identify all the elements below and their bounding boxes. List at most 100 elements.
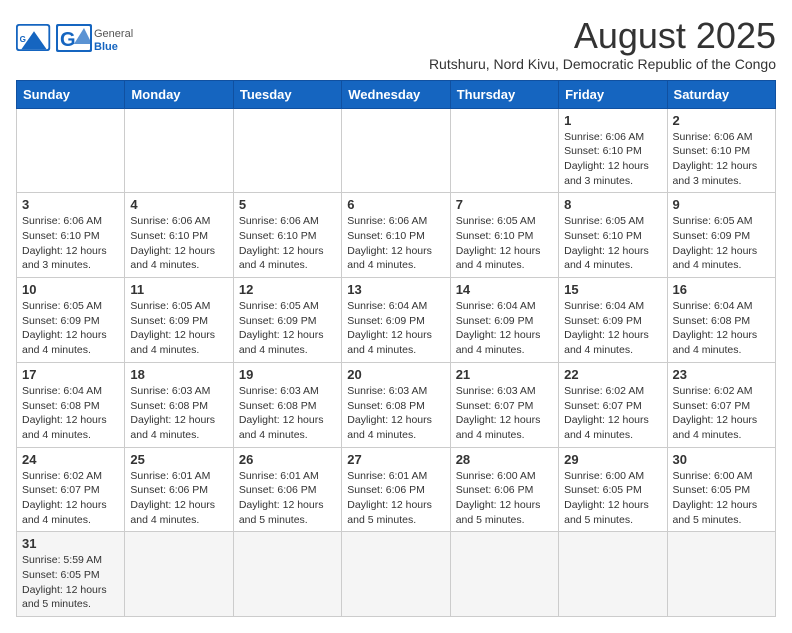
calendar-cell: 25 Sunrise: 6:01 AM Sunset: 6:06 PM Dayli… <box>125 447 233 532</box>
day-number: 23 <box>673 367 770 382</box>
day-number: 3 <box>22 197 119 212</box>
calendar-cell: 11Sunrise: 6:05 AM Sunset: 6:09 PM Dayli… <box>125 278 233 363</box>
calendar-cell: 4 Sunrise: 6:06 AM Sunset: 6:10 PM Daylig… <box>125 193 233 278</box>
calendar-cell: 5 Sunrise: 6:06 AM Sunset: 6:10 PM Daylig… <box>233 193 341 278</box>
day-number: 24 <box>22 452 119 467</box>
calendar-table: SundayMondayTuesdayWednesdayThursdayFrid… <box>16 80 776 618</box>
day-info: Sunrise: 6:05 AM Sunset: 6:09 PM Dayligh… <box>239 299 336 358</box>
day-number: 31 <box>22 536 119 551</box>
day-number: 5 <box>239 197 336 212</box>
calendar-week-row: 24 Sunrise: 6:02 AM Sunset: 6:07 PM Dayli… <box>17 447 776 532</box>
calendar-cell: 14Sunrise: 6:04 AM Sunset: 6:09 PM Dayli… <box>450 278 558 363</box>
day-info: Sunrise: 6:06 AM Sunset: 6:10 PM Dayligh… <box>347 214 444 273</box>
calendar-cell <box>342 108 450 193</box>
calendar-cell: 22 Sunrise: 6:02 AM Sunset: 6:07 PM Dayli… <box>559 362 667 447</box>
calendar-cell: 19Sunrise: 6:03 AM Sunset: 6:08 PM Dayli… <box>233 362 341 447</box>
calendar-body: 1 Sunrise: 6:06 AM Sunset: 6:10 PM Daylig… <box>17 108 776 617</box>
day-number: 6 <box>347 197 444 212</box>
day-number: 8 <box>564 197 661 212</box>
day-info: Sunrise: 6:04 AM Sunset: 6:09 PM Dayligh… <box>456 299 553 358</box>
calendar-week-row: 3 Sunrise: 6:06 AM Sunset: 6:10 PM Daylig… <box>17 193 776 278</box>
calendar-cell: 27 Sunrise: 6:01 AM Sunset: 6:06 PM Dayli… <box>342 447 450 532</box>
calendar-cell: 15 Sunrise: 6:04 AM Sunset: 6:09 PM Dayli… <box>559 278 667 363</box>
day-number: 13 <box>347 282 444 297</box>
day-info: Sunrise: 5:59 AM Sunset: 6:05 PM Dayligh… <box>22 553 119 612</box>
day-info: Sunrise: 6:02 AM Sunset: 6:07 PM Dayligh… <box>673 384 770 443</box>
calendar-cell: 7Sunrise: 6:05 AM Sunset: 6:10 PM Daylig… <box>450 193 558 278</box>
day-number: 7 <box>456 197 553 212</box>
calendar-cell: 3 Sunrise: 6:06 AM Sunset: 6:10 PM Daylig… <box>17 193 125 278</box>
calendar-cell: 12Sunrise: 6:05 AM Sunset: 6:09 PM Dayli… <box>233 278 341 363</box>
generalblue-icon: G <box>16 24 52 60</box>
day-info: Sunrise: 6:03 AM Sunset: 6:08 PM Dayligh… <box>347 384 444 443</box>
day-info: Sunrise: 6:02 AM Sunset: 6:07 PM Dayligh… <box>564 384 661 443</box>
calendar-week-row: 1 Sunrise: 6:06 AM Sunset: 6:10 PM Daylig… <box>17 108 776 193</box>
day-info: Sunrise: 6:05 AM Sunset: 6:09 PM Dayligh… <box>673 214 770 273</box>
logo-text: G General Blue <box>56 24 136 60</box>
day-info: Sunrise: 6:05 AM Sunset: 6:09 PM Dayligh… <box>22 299 119 358</box>
title-area: August 2025 Rutshuru, Nord Kivu, Democra… <box>429 16 776 72</box>
day-number: 1 <box>564 113 661 128</box>
day-number: 26 <box>239 452 336 467</box>
day-info: Sunrise: 6:04 AM Sunset: 6:08 PM Dayligh… <box>22 384 119 443</box>
day-number: 9 <box>673 197 770 212</box>
day-info: Sunrise: 6:03 AM Sunset: 6:08 PM Dayligh… <box>239 384 336 443</box>
day-number: 15 <box>564 282 661 297</box>
day-number: 29 <box>564 452 661 467</box>
calendar-cell: 28Sunrise: 6:00 AM Sunset: 6:06 PM Dayli… <box>450 447 558 532</box>
calendar-cell <box>233 108 341 193</box>
calendar-subtitle: Rutshuru, Nord Kivu, Democratic Republic… <box>429 56 776 72</box>
day-number: 10 <box>22 282 119 297</box>
calendar-cell: 17 Sunrise: 6:04 AM Sunset: 6:08 PM Dayli… <box>17 362 125 447</box>
day-info: Sunrise: 6:06 AM Sunset: 6:10 PM Dayligh… <box>239 214 336 273</box>
calendar-cell <box>342 532 450 617</box>
calendar-cell <box>233 532 341 617</box>
day-info: Sunrise: 6:05 AM Sunset: 6:10 PM Dayligh… <box>564 214 661 273</box>
weekday-header-saturday: Saturday <box>667 80 775 108</box>
calendar-header: SundayMondayTuesdayWednesdayThursdayFrid… <box>17 80 776 108</box>
calendar-cell: 31 Sunrise: 5:59 AM Sunset: 6:05 PM Dayli… <box>17 532 125 617</box>
svg-text:Blue: Blue <box>94 41 118 53</box>
svg-text:G: G <box>60 29 76 51</box>
calendar-week-row: 17 Sunrise: 6:04 AM Sunset: 6:08 PM Dayli… <box>17 362 776 447</box>
day-number: 20 <box>347 367 444 382</box>
calendar-cell: 9 Sunrise: 6:05 AM Sunset: 6:09 PM Daylig… <box>667 193 775 278</box>
day-number: 17 <box>22 367 119 382</box>
calendar-cell: 26 Sunrise: 6:01 AM Sunset: 6:06 PM Dayli… <box>233 447 341 532</box>
day-number: 25 <box>130 452 227 467</box>
day-info: Sunrise: 6:01 AM Sunset: 6:06 PM Dayligh… <box>347 469 444 528</box>
day-info: Sunrise: 6:00 AM Sunset: 6:05 PM Dayligh… <box>673 469 770 528</box>
day-info: Sunrise: 6:00 AM Sunset: 6:06 PM Dayligh… <box>456 469 553 528</box>
day-info: Sunrise: 6:01 AM Sunset: 6:06 PM Dayligh… <box>130 469 227 528</box>
calendar-cell <box>450 532 558 617</box>
calendar-cell: 10 Sunrise: 6:05 AM Sunset: 6:09 PM Dayli… <box>17 278 125 363</box>
weekday-header-sunday: Sunday <box>17 80 125 108</box>
weekday-header-friday: Friday <box>559 80 667 108</box>
logo-area: G G General Blue <box>16 16 136 60</box>
day-info: Sunrise: 6:02 AM Sunset: 6:07 PM Dayligh… <box>22 469 119 528</box>
day-number: 18 <box>130 367 227 382</box>
day-info: Sunrise: 6:04 AM Sunset: 6:09 PM Dayligh… <box>564 299 661 358</box>
svg-text:G: G <box>20 35 26 44</box>
calendar-cell: 23 Sunrise: 6:02 AM Sunset: 6:07 PM Dayli… <box>667 362 775 447</box>
day-info: Sunrise: 6:06 AM Sunset: 6:10 PM Dayligh… <box>22 214 119 273</box>
weekday-header-tuesday: Tuesday <box>233 80 341 108</box>
calendar-cell <box>559 532 667 617</box>
day-number: 11 <box>130 282 227 297</box>
day-info: Sunrise: 6:04 AM Sunset: 6:09 PM Dayligh… <box>347 299 444 358</box>
calendar-cell: 18Sunrise: 6:03 AM Sunset: 6:08 PM Dayli… <box>125 362 233 447</box>
calendar-cell: 8 Sunrise: 6:05 AM Sunset: 6:10 PM Daylig… <box>559 193 667 278</box>
day-info: Sunrise: 6:06 AM Sunset: 6:10 PM Dayligh… <box>130 214 227 273</box>
day-number: 4 <box>130 197 227 212</box>
calendar-cell <box>17 108 125 193</box>
day-info: Sunrise: 6:01 AM Sunset: 6:06 PM Dayligh… <box>239 469 336 528</box>
day-number: 27 <box>347 452 444 467</box>
calendar-cell: 29Sunrise: 6:00 AM Sunset: 6:05 PM Dayli… <box>559 447 667 532</box>
calendar-title: August 2025 <box>429 16 776 56</box>
calendar-cell <box>125 108 233 193</box>
calendar-cell: 2Sunrise: 6:06 AM Sunset: 6:10 PM Daylig… <box>667 108 775 193</box>
day-number: 22 <box>564 367 661 382</box>
day-info: Sunrise: 6:06 AM Sunset: 6:10 PM Dayligh… <box>564 130 661 189</box>
calendar-cell: 24 Sunrise: 6:02 AM Sunset: 6:07 PM Dayli… <box>17 447 125 532</box>
calendar-cell: 16Sunrise: 6:04 AM Sunset: 6:08 PM Dayli… <box>667 278 775 363</box>
